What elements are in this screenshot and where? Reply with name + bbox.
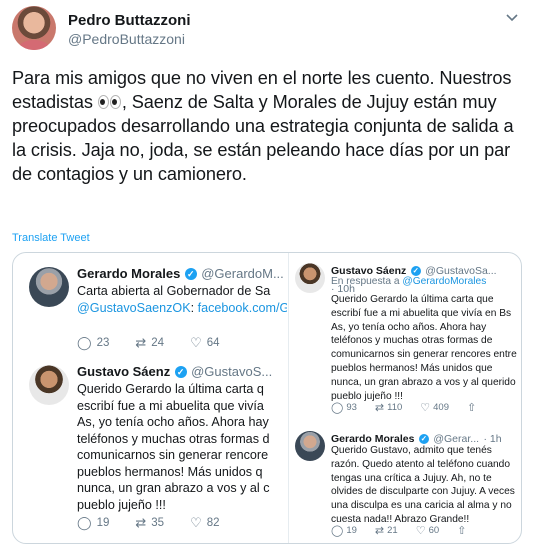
like-action: ♡ 60 [416, 524, 439, 537]
morales-tweet-header: Gerardo Morales ✓ @GerardoM... [77, 265, 287, 283]
verified-badge-icon: ✓ [418, 434, 429, 444]
retweet-action: ⇄ 21 [375, 524, 398, 537]
verified-badge-icon: ✓ [410, 266, 421, 276]
reply-action: ◯ 93 [331, 401, 357, 414]
share-icon: ⇧ [467, 402, 477, 414]
morales-name: Gerardo Morales [77, 266, 181, 281]
retweet-icon: ⇄ [135, 515, 147, 530]
share-action: ⇧ [467, 401, 479, 414]
retweet-icon: ⇄ [135, 335, 147, 350]
reply-action: ◯ 19 [331, 524, 357, 537]
reply-icon: ◯ [77, 335, 92, 350]
reply-count: 19 [346, 525, 357, 536]
author-name[interactable]: Pedro Buttazzoni [68, 12, 191, 29]
retweet-count: 21 [387, 525, 398, 536]
heart-icon: ♡ [415, 525, 426, 537]
reply-context: En respuesta a @GerardoMorales [331, 276, 521, 287]
retweet-count: 35 [151, 517, 165, 529]
author-handle[interactable]: @PedroButtazzoni [68, 31, 185, 47]
reply-prefix: En respuesta a [331, 276, 403, 287]
morales-url-link: facebook.com/GobernadorGera... [197, 300, 287, 315]
share-icon: ⇧ [457, 525, 467, 537]
saenz-actions: ◯ 19 ⇄ 35 ♡ 82 [77, 515, 246, 531]
saenz-name: Gustavo Sáenz [77, 364, 171, 379]
media-right-panel: Gustavo Sáenz ✓ @GustavoSa... · 10h En r… [288, 253, 521, 543]
saenz-tweet-body: Querido Gerardo la última carta q escrib… [77, 382, 270, 512]
reply-icon: ◯ [331, 525, 344, 537]
eyes-emoji-icon [97, 95, 122, 109]
share-action: ⇧ [457, 524, 469, 537]
heart-icon: ♡ [420, 402, 431, 414]
author-avatar[interactable] [12, 6, 56, 50]
retweet-action: ⇄ 110 [375, 401, 402, 414]
retweet-icon: ⇄ [374, 402, 385, 414]
saenz-tweet-header: Gustavo Sáenz ✓ @GustavoS... [77, 363, 287, 381]
like-action: ♡ 64 [190, 335, 219, 351]
morales-mention-link: @GustavoSaenzOK [77, 300, 191, 315]
like-count: 60 [428, 525, 440, 536]
saenz-avatar [295, 263, 325, 293]
chevron-down-icon[interactable] [503, 10, 521, 28]
tweet-header: Pedro Buttazzoni @PedroButtazzoni [12, 6, 521, 56]
saenz-handle: @GustavoS... [191, 364, 273, 379]
saenz-tweet-body: Querido Gerardo la última carta que escr… [331, 294, 517, 402]
morales-tweet-body: Querido Gustavo, admito que tenés razón.… [331, 445, 515, 525]
reply-count: 23 [96, 337, 110, 349]
retweet-action: ⇄ 24 [135, 335, 164, 351]
tweet-media-image[interactable]: Gerardo Morales ✓ @GerardoM... Carta abi… [12, 252, 522, 544]
retweet-count: 24 [151, 337, 165, 349]
like-action: ♡ 409 [420, 401, 449, 414]
like-action: ♡ 82 [190, 515, 219, 531]
morales-tweet-body: Carta abierta al Gobernador de Sa @Gustav… [77, 283, 287, 316]
like-count: 64 [206, 337, 220, 349]
like-count: 409 [433, 402, 449, 413]
morales-avatar [29, 267, 69, 307]
retweet-icon: ⇄ [374, 525, 385, 537]
reply-count: 19 [96, 517, 110, 529]
reply-action: ◯ 19 [77, 515, 109, 531]
reply-action: ◯ 23 [77, 335, 109, 351]
morales-actions: ◯ 19 ⇄ 21 ♡ 60 ⇧ [331, 524, 487, 537]
morales-actions: ◯ 23 ⇄ 24 ♡ 64 [77, 335, 246, 351]
tweet-text: Para mis amigos que no viven en el norte… [12, 66, 526, 186]
like-count: 82 [206, 517, 220, 529]
retweet-action: ⇄ 35 [135, 515, 164, 531]
verified-badge-icon: ✓ [184, 268, 197, 280]
reply-to-link: @GerardoMorales [402, 276, 487, 287]
morales-avatar [295, 431, 325, 461]
translate-tweet-link[interactable]: Translate Tweet [12, 232, 90, 244]
retweet-count: 110 [387, 402, 403, 413]
saenz-actions: ◯ 93 ⇄ 110 ♡ 409 ⇧ [331, 401, 497, 414]
heart-icon: ♡ [190, 515, 202, 530]
saenz-avatar [29, 365, 69, 405]
reply-icon: ◯ [77, 515, 92, 530]
morales-body-line1: Carta abierta al Gobernador de Sa [77, 284, 271, 298]
verified-badge-icon: ✓ [174, 366, 187, 378]
reply-icon: ◯ [331, 402, 344, 414]
heart-icon: ♡ [190, 335, 202, 350]
media-left-panel: Gerardo Morales ✓ @GerardoM... Carta abi… [13, 253, 287, 543]
reply-count: 93 [346, 402, 357, 413]
morales-handle: @GerardoM... [201, 266, 284, 281]
morales-link-separator: : [190, 300, 198, 315]
